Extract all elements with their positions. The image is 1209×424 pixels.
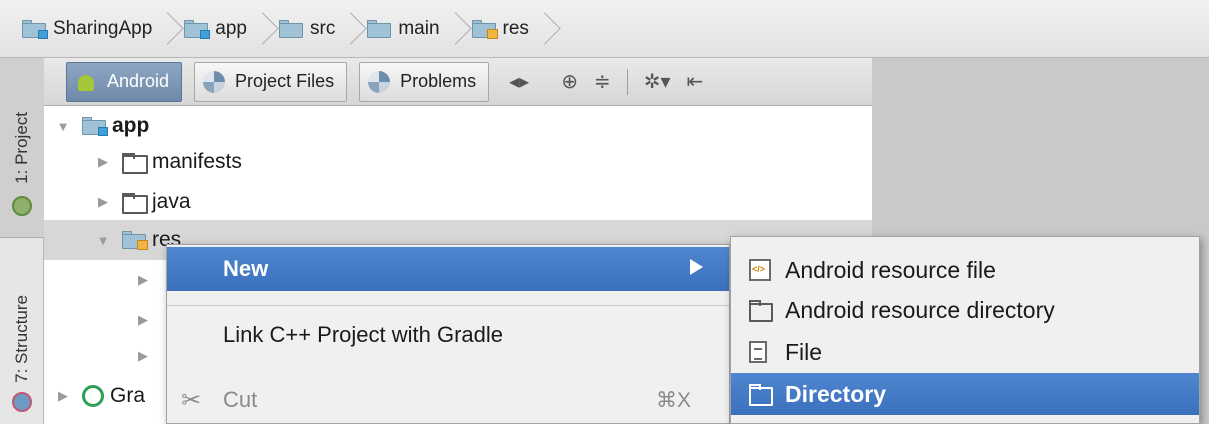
switch-view-icon[interactable]: ◂▸	[509, 69, 529, 94]
submenu-arrow-icon	[690, 259, 703, 275]
folder-icon	[749, 299, 773, 322]
toolbar-divider	[626, 68, 628, 95]
tree-row-manifests[interactable]: ▶ manifests	[44, 142, 872, 182]
menu-item-label: Cut	[223, 387, 258, 412]
left-tool-strip: 1: Project 7: Structure	[0, 58, 44, 424]
breadcrumb-label: src	[310, 17, 336, 39]
android-icon	[12, 196, 32, 216]
structure-icon	[12, 392, 32, 412]
gradle-icon	[82, 385, 104, 407]
tab-label: Project Files	[235, 71, 335, 91]
tab-label: Android	[107, 71, 170, 91]
resource-file-icon	[749, 259, 771, 281]
folder-icon	[122, 193, 148, 214]
folder-icon	[749, 383, 773, 406]
expand-arrow-icon[interactable]: ▼	[96, 233, 110, 248]
new-submenu: Android resource file Android resource d…	[730, 236, 1200, 424]
tree-row-app[interactable]: ▼ app	[44, 106, 872, 146]
breadcrumb-item-res[interactable]: res	[471, 9, 561, 49]
menu-item-cut[interactable]: ✂ Cut ⌘X	[167, 378, 729, 422]
tab-label: Problems	[400, 71, 477, 91]
breadcrumb-separator	[537, 9, 555, 49]
menu-item-label: Link C++ Project with Gradle	[223, 322, 504, 347]
breadcrumb-separator	[160, 9, 178, 49]
breadcrumb-separator	[448, 9, 466, 49]
file-icon	[749, 341, 767, 363]
collapse-all-icon[interactable]: ≑	[594, 69, 611, 94]
collapse-arrow-icon[interactable]: ▶	[96, 154, 110, 170]
breadcrumb-item-main[interactable]: main	[367, 9, 471, 49]
submenu-item-android-resource-file[interactable]: Android resource file	[731, 249, 1199, 291]
breadcrumb-label: res	[502, 17, 529, 39]
collapse-arrow-icon[interactable]: ▶	[136, 272, 150, 288]
submenu-item-label: Android resource directory	[785, 296, 1055, 323]
breadcrumb-label: app	[215, 17, 247, 39]
folder-icon	[367, 19, 392, 38]
context-menu: New Link C++ Project with Gradle ✂ Cut ⌘…	[166, 244, 730, 424]
breadcrumb-item-src[interactable]: src	[279, 9, 367, 49]
breadcrumb: SharingApp app src main res	[0, 0, 1209, 58]
tab-problems[interactable]: Problems	[359, 61, 490, 102]
tree-label: java	[152, 190, 191, 213]
module-folder-icon	[82, 117, 108, 136]
project-toolbar: Android Project Files Problems ◂▸ ⊕ ≑ ✲▾…	[44, 58, 872, 106]
tool-tab-label: 1: Project	[12, 111, 31, 184]
pie-icon	[368, 70, 391, 93]
submenu-item-label: Directory	[785, 380, 886, 407]
breadcrumb-label: main	[398, 17, 440, 39]
android-icon	[75, 71, 97, 93]
submenu-item-file[interactable]: File	[731, 331, 1199, 373]
tool-tab-label: 7: Structure	[12, 295, 31, 383]
menu-item-new[interactable]: New	[167, 247, 729, 291]
breadcrumb-item-sharingapp[interactable]: SharingApp	[22, 9, 184, 49]
tool-tab-project[interactable]: 1: Project	[0, 58, 44, 238]
menu-shortcut: ⌘X	[655, 388, 691, 412]
menu-divider	[167, 305, 729, 306]
collapse-arrow-icon[interactable]: ▶	[136, 312, 150, 328]
resource-folder-icon	[471, 19, 498, 39]
tab-project-files[interactable]: Project Files	[194, 61, 348, 102]
hide-panel-icon[interactable]: ⇤	[687, 69, 704, 94]
scissors-icon: ✂	[181, 386, 202, 414]
breadcrumb-separator	[343, 9, 361, 49]
submenu-item-directory[interactable]: Directory	[731, 373, 1199, 415]
breadcrumb-item-app[interactable]: app	[184, 9, 279, 49]
module-folder-icon	[184, 19, 211, 39]
collapse-arrow-icon[interactable]: ▶	[96, 194, 110, 210]
tree-row-java[interactable]: ▶ java	[44, 182, 872, 222]
breadcrumb-separator	[255, 9, 273, 49]
pie-icon	[203, 70, 226, 93]
collapse-arrow-icon[interactable]: ▶	[56, 388, 70, 404]
folder-icon	[122, 153, 148, 174]
menu-item-link-cpp-project[interactable]: Link C++ Project with Gradle	[167, 313, 729, 357]
submenu-item-label: File	[785, 338, 823, 365]
tab-android[interactable]: Android	[66, 61, 183, 102]
folder-icon	[279, 19, 303, 38]
tree-label: manifests	[152, 150, 242, 173]
gear-icon[interactable]: ✲▾	[644, 69, 671, 94]
module-folder-icon	[22, 19, 48, 39]
locate-icon[interactable]: ⊕	[561, 69, 578, 94]
expand-arrow-icon[interactable]: ▼	[56, 119, 70, 134]
tree-label: app	[112, 114, 150, 137]
tree-label: Gra	[110, 384, 146, 407]
resource-folder-icon	[122, 231, 148, 250]
breadcrumb-label: SharingApp	[53, 17, 153, 39]
submenu-item-label: Android resource file	[785, 256, 996, 283]
menu-item-label: New	[223, 256, 269, 281]
submenu-item-android-resource-directory[interactable]: Android resource directory	[731, 289, 1199, 331]
collapse-arrow-icon[interactable]: ▶	[136, 348, 150, 364]
tool-tab-structure[interactable]: 7: Structure	[0, 254, 44, 424]
